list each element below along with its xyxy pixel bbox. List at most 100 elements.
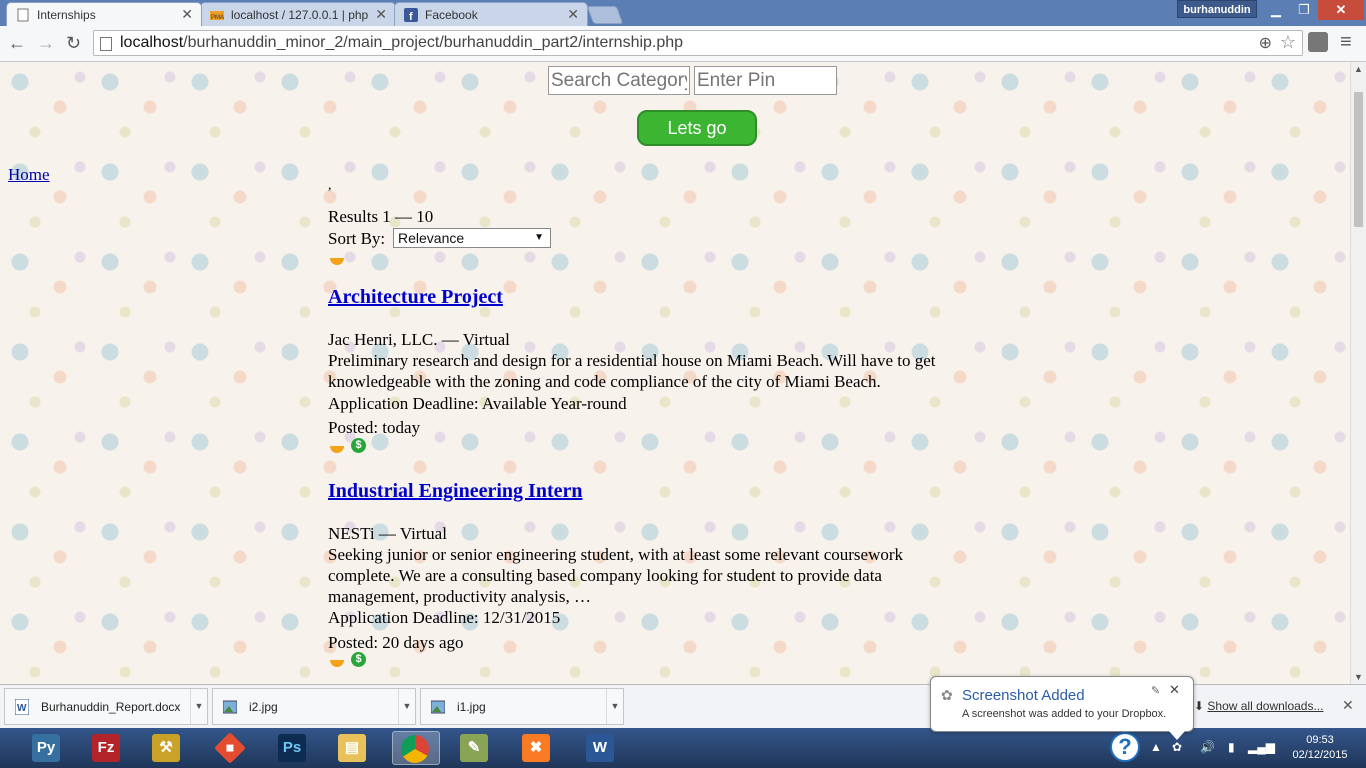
time-icon: [330, 258, 344, 265]
vertical-scrollbar[interactable]: ▲ ▼: [1350, 62, 1366, 684]
window-close-button[interactable]: ✕: [1318, 0, 1364, 20]
bookmark-star-icon[interactable]: ☆: [1280, 32, 1296, 53]
download-item[interactable]: i1.jpg ▼: [420, 688, 624, 725]
close-icon[interactable]: ✕: [1169, 682, 1180, 698]
search-category-input[interactable]: [548, 66, 690, 95]
browser-toolbar: ← → ↻ localhost/burhanuddin_minor_2/main…: [0, 26, 1366, 62]
browser-titlebar: Internships ✕ PMA localhost / 127.0.0.1 …: [0, 0, 1366, 26]
close-icon[interactable]: ✕: [375, 6, 387, 23]
listing-description: Preliminary research and design for a re…: [328, 351, 936, 391]
pin-icon[interactable]: ✎: [1151, 684, 1160, 697]
dropbox-icon: ✿: [941, 687, 953, 703]
tools-icon[interactable]: ⚒: [144, 731, 192, 765]
network-icon[interactable]: ▂▄▆: [1248, 740, 1275, 754]
maximize-button[interactable]: ❐: [1290, 0, 1318, 20]
page-info-icon[interactable]: [100, 37, 112, 51]
url-text: localhost/burhanuddin_minor_2/main_proje…: [120, 34, 684, 51]
menu-icon[interactable]: ≡: [1340, 31, 1352, 54]
page-content: Lets go Home , Results 1 — 10 Sort By: R…: [0, 62, 1350, 684]
listing-title-link[interactable]: Architecture Project: [328, 286, 503, 309]
download-filename: Burhanuddin_Report.docx: [41, 700, 181, 714]
show-all-downloads-link[interactable]: ⬇ Show all downloads...: [1194, 699, 1323, 713]
image-icon: [223, 700, 237, 714]
clock-time: 09:53: [1306, 734, 1334, 746]
scrollbar-thumb[interactable]: [1354, 92, 1363, 227]
lets-go-button[interactable]: Lets go: [637, 110, 757, 146]
svg-text:PMA: PMA: [211, 15, 224, 21]
battery-icon[interactable]: ▮: [1228, 740, 1235, 754]
forward-arrow-icon[interactable]: →: [37, 33, 55, 54]
dropbox-tray-icon[interactable]: ✿: [1172, 740, 1182, 754]
close-icon[interactable]: ✕: [181, 6, 193, 23]
address-bar[interactable]: localhost/burhanuddin_minor_2/main_proje…: [93, 30, 1303, 56]
zoom-icon[interactable]: ⊕: [1259, 33, 1272, 53]
filezilla-icon[interactable]: Fz: [84, 731, 132, 765]
notification-title: Screenshot Added: [962, 687, 1085, 704]
chrome-icon[interactable]: [392, 731, 440, 765]
home-link[interactable]: Home: [8, 165, 50, 185]
tab-internships[interactable]: Internships ✕: [6, 2, 202, 26]
scroll-down-icon[interactable]: ▼: [1354, 672, 1363, 682]
dropbox-notification[interactable]: ✿ Screenshot Added A screenshot was adde…: [930, 676, 1194, 740]
chevron-down-icon[interactable]: ▼: [398, 689, 415, 724]
tab-label: Internships: [37, 8, 96, 22]
back-arrow-icon[interactable]: ←: [8, 33, 26, 54]
sort-label: Sort By:: [328, 229, 386, 248]
reload-icon[interactable]: ↻: [66, 33, 81, 54]
tray-expand-icon[interactable]: ▲: [1150, 740, 1162, 754]
listing-deadline: Application Deadline: Available Year-rou…: [328, 394, 627, 413]
xampp-icon[interactable]: ✖: [514, 731, 562, 765]
new-tab-button[interactable]: [586, 6, 624, 24]
tab-phpmyadmin[interactable]: PMA localhost / 127.0.0.1 | php ✕: [200, 2, 396, 26]
git-icon[interactable]: ◆: [208, 731, 256, 765]
listing-description: Seeking junior or senior engineering stu…: [328, 545, 904, 606]
close-icon[interactable]: ✕: [1342, 697, 1354, 714]
taskbar-clock[interactable]: 09:53 02/12/2015: [1290, 733, 1350, 763]
phpmyadmin-icon: PMA: [210, 11, 224, 21]
listing-posted: Posted: 20 days ago: [328, 633, 464, 652]
chevron-down-icon[interactable]: ▼: [606, 689, 623, 724]
stray-comma: ,: [328, 178, 332, 193]
scroll-up-icon[interactable]: ▲: [1354, 64, 1363, 74]
listing-title-link[interactable]: Industrial Engineering Intern: [328, 480, 582, 503]
sort-value: Relevance: [398, 230, 465, 246]
notepad-icon[interactable]: ✎: [452, 731, 500, 765]
word-doc-icon: W: [15, 699, 29, 715]
word-icon[interactable]: W: [578, 731, 626, 765]
results-count: Results 1 — 10: [328, 207, 434, 226]
time-icon: [330, 660, 344, 667]
time-icon: [330, 446, 344, 453]
listing-posted: Posted: today: [328, 418, 421, 437]
close-icon[interactable]: ✕: [567, 6, 579, 23]
paid-dollar-icon: $: [351, 438, 366, 453]
dropdown-arrow-icon: ▼: [534, 232, 544, 243]
tab-facebook[interactable]: f Facebook ✕: [394, 2, 588, 26]
paid-dollar-icon: $: [351, 652, 366, 667]
pin-input[interactable]: [694, 66, 837, 95]
listing-company: NESTi — Virtual: [328, 524, 447, 543]
tab-label: Facebook: [425, 8, 478, 22]
chevron-down-icon[interactable]: ▼: [190, 689, 207, 724]
file-explorer-icon[interactable]: ▤: [330, 731, 378, 765]
tab-label: localhost / 127.0.0.1 | php: [231, 8, 369, 22]
download-filename: i2.jpg: [249, 700, 278, 714]
extension-icon[interactable]: [1308, 32, 1328, 52]
python-icon[interactable]: Py: [24, 731, 72, 765]
sort-select[interactable]: Relevance ▼: [393, 228, 551, 248]
notification-tail: [1169, 731, 1185, 740]
svg-text:W: W: [17, 703, 27, 714]
listing-deadline: Application Deadline: 12/31/2015: [328, 608, 561, 627]
svg-text:f: f: [409, 11, 413, 22]
help-icon[interactable]: ?: [1110, 732, 1140, 762]
download-item[interactable]: W Burhanuddin_Report.docx ▼: [4, 688, 208, 725]
profile-user-badge[interactable]: burhanuddin: [1177, 0, 1257, 18]
facebook-icon: f: [404, 8, 418, 22]
windows-taskbar: Py Fz ⚒ ◆ Ps ▤ ✎ ✖ W ? ▲ ✿ 🔊 ▮ ▂▄▆ 09:53…: [0, 728, 1366, 768]
page-icon: [17, 8, 29, 22]
minimize-button[interactable]: ▁: [1262, 0, 1290, 20]
download-icon: ⬇: [1194, 699, 1205, 713]
download-item[interactable]: i2.jpg ▼: [212, 688, 416, 725]
listing-company: Jac Henri, LLC. — Virtual: [328, 330, 510, 349]
volume-icon[interactable]: 🔊: [1200, 740, 1215, 754]
photoshop-icon[interactable]: Ps: [270, 731, 318, 765]
